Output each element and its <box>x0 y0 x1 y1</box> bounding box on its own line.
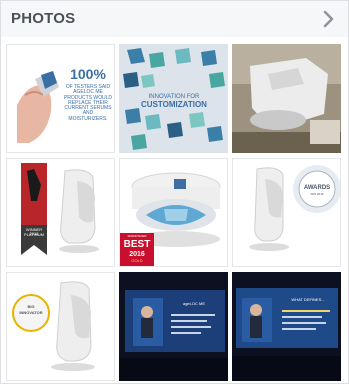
section-title: PHOTOS <box>11 10 76 27</box>
badge-line: BIG <box>27 304 35 309</box>
device-closeup-image <box>232 44 341 153</box>
innovator-device-image <box>7 273 114 380</box>
platinum-award-image <box>7 159 114 266</box>
awards-device-image <box>233 159 340 266</box>
photo-grid: 100% OF TESTERS SAID AGELOC ME PRODUCTS … <box>1 44 348 383</box>
photo-thumbnail[interactable]: 100% OF TESTERS SAID AGELOC ME PRODUCTS … <box>6 44 115 153</box>
screen-title: WHAT DEFINES... <box>291 297 325 302</box>
photo-thumbnail[interactable]: INNOVATION FOR CUSTOMIZATION <box>119 44 228 153</box>
award-line: PLATINUM <box>24 232 44 237</box>
photos-header: PHOTOS <box>1 1 348 37</box>
photo-thumbnail[interactable]: WHAT DEFINES... <box>232 272 341 381</box>
stat-number: 100% <box>70 66 106 82</box>
chevron-right-icon[interactable] <box>322 10 336 28</box>
photo-thumbnail[interactable]: BIG INNOVATOR <box>6 272 115 381</box>
photos-card: PHOTOS 100% OF TESTERS SAID AGELOC ME PR… <box>0 0 349 384</box>
photo-thumbnail[interactable]: WINNER 2016 PLATINUM <box>6 158 115 267</box>
image-caption-title: CUSTOMIZATION <box>141 100 207 109</box>
badge-line: INNOVATOR <box>19 310 43 315</box>
award-sub: SPA 2016 <box>310 192 324 196</box>
badge-sub: GOLD <box>131 258 143 263</box>
stage-presentation-image <box>119 272 228 381</box>
screen-title: ageLOC ME <box>182 301 205 306</box>
photo-thumbnail[interactable]: AWARDS SPA 2016 <box>232 158 341 267</box>
photo-thumbnail[interactable]: SPADFINDER BEST 2016 GOLD <box>119 158 228 267</box>
photo-thumbnail[interactable] <box>232 44 341 153</box>
award-title: AWARDS <box>303 185 331 191</box>
photo-thumbnail[interactable]: ageLOC ME <box>119 272 228 381</box>
stage-presentation-image <box>232 272 341 381</box>
badge-big: BEST <box>123 239 151 250</box>
stat-caption: OF TESTERS SAID AGELOC ME PRODUCTS WOULD… <box>63 84 113 122</box>
badge-top: SPADFINDER <box>127 234 147 238</box>
